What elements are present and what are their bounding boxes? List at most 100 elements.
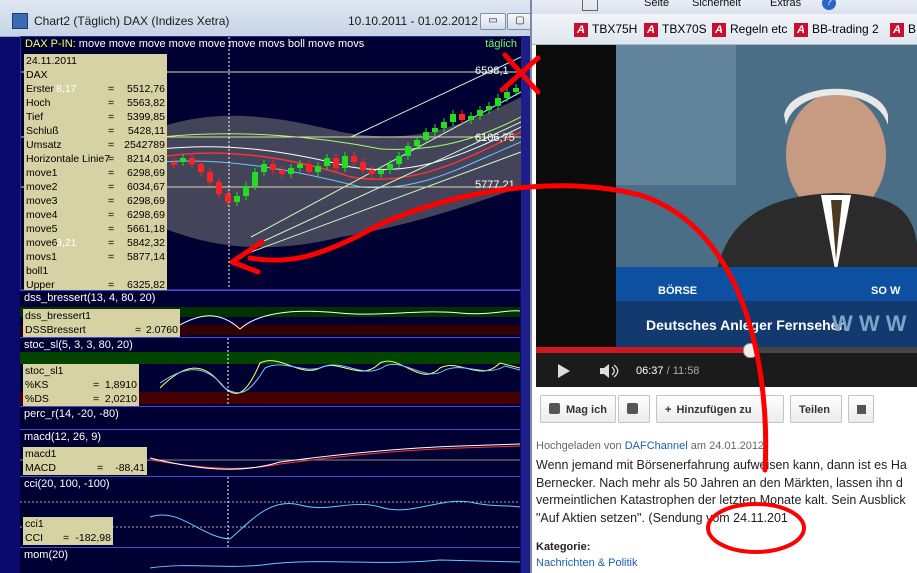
legend-equals: = <box>108 167 115 179</box>
favorite-a-icon: A <box>644 22 658 37</box>
cci-panel[interactable]: cci(20, 100, -100) cci1 CCI = -182,98 <box>20 476 520 547</box>
flag-button[interactable] <box>848 395 874 423</box>
add-to-button[interactable]: + Hinzufügen zu <box>656 395 784 423</box>
dss-panel[interactable]: dss_bressert(13, 4, 80, 20) dss_bressert… <box>20 290 520 337</box>
favorite-tbx75h[interactable]: A TBX75H <box>574 22 637 38</box>
macd-legend-title: macd1 <box>25 448 57 460</box>
favorite-regeln[interactable]: A Regeln etc <box>712 22 787 38</box>
price-legend: 24.11.2011 DAX Erster = 5512,76 Hoch = 5563,82 T… <box>24 54 167 292</box>
price-panel[interactable]: DAX P-IN: move move move move move move … <box>20 36 522 292</box>
candle <box>171 162 177 165</box>
thumbs-up-icon <box>549 403 560 414</box>
legend-value: 5563,82 <box>127 97 165 109</box>
candle <box>396 156 402 164</box>
chart-date-range: 10.10.2011 - 01.02.2012 <box>348 14 478 28</box>
chart-scrollbar[interactable] <box>521 36 530 573</box>
legend-row: move4 = 6298,69 <box>24 208 167 222</box>
video-controls: 06:37 / 11:58 <box>536 343 917 387</box>
dss-legend-value: 2.0760 <box>145 324 178 336</box>
chart-app-icon <box>12 13 28 29</box>
stochastic-upper-zone <box>20 352 520 364</box>
legend-equals: = <box>108 97 115 109</box>
stochastic-legend-title: stoc_sl1 <box>25 365 64 377</box>
favorite-b[interactable]: AB <box>890 22 916 38</box>
candle <box>495 98 501 106</box>
category-label: Kategorie: <box>536 541 591 553</box>
indicator-headline: DAX P-IN: move move move move move move … <box>25 38 364 50</box>
legend-value: 5399,85 <box>127 111 165 123</box>
candle <box>216 182 222 194</box>
menu-extras[interactable]: Extras <box>770 0 801 9</box>
legend-value: 6298,69 <box>127 209 165 221</box>
stochastic-ds-name: %DS <box>25 393 49 405</box>
candle <box>468 116 474 120</box>
momentum-panel[interactable]: mom(20) <box>20 547 520 573</box>
legend-name: DAX <box>26 69 48 81</box>
stochastic-panel[interactable]: stoc_sl(5, 3, 3, 80, 20) stoc_sl1 %KS = 1,… <box>20 337 520 406</box>
candle <box>513 88 519 92</box>
candle <box>333 158 339 168</box>
legend-row: 24.11.2011 <box>24 54 167 68</box>
candle <box>360 162 366 170</box>
video-watermark: W W W <box>832 311 907 336</box>
legend-equals: = <box>108 251 115 263</box>
candle <box>270 164 276 170</box>
favorite-bb-trading[interactable]: A BB-trading 2 <box>794 22 879 38</box>
video-player[interactable]: BÖRSE SO W Deutsches Anleger Fernsehen W… <box>536 45 917 347</box>
stochastic-ds-line <box>159 363 520 394</box>
candle <box>369 170 375 174</box>
legend-name: Schluß <box>26 125 59 137</box>
legend-value: 5512,76 <box>127 83 165 95</box>
minimize-button[interactable]: ▭ <box>480 13 506 30</box>
candle <box>423 132 429 140</box>
channel-link[interactable]: DAFChannel <box>625 440 688 452</box>
candle <box>387 164 393 170</box>
legend-value: 8214,03 <box>127 153 165 165</box>
chart-title: Chart2 (Täglich) DAX (Indizes Xetra) <box>34 14 230 28</box>
candle <box>252 172 258 186</box>
legend-value: 5877,14 <box>127 251 165 263</box>
chart-window: Chart2 (Täglich) DAX (Indizes Xetra) 10.… <box>0 0 530 573</box>
candle <box>297 164 303 168</box>
stochastic-title: stoc_sl(5, 3, 3, 80, 20) <box>24 339 133 351</box>
legend-equals: = <box>108 125 115 137</box>
candle <box>378 170 384 174</box>
action-bar: Mag ich + Hinzufügen zu Teilen <box>532 392 917 430</box>
legend-value: 5842,32 <box>127 237 165 249</box>
candle <box>207 172 213 182</box>
maximize-button[interactable]: ▢ <box>507 13 530 30</box>
legend-name: Tief <box>26 111 44 123</box>
momentum-chart-svg <box>149 559 520 569</box>
play-icon[interactable] <box>558 364 570 378</box>
cci-legend: cci1 CCI = -182,98 <box>23 517 113 545</box>
category-link[interactable]: Nachrichten & Politik <box>536 557 638 569</box>
legend-value: 2542789 <box>124 139 165 151</box>
dss-legend-name: DSSBressert <box>25 324 86 336</box>
chart-titlebar[interactable]: Chart2 (Täglich) DAX (Indizes Xetra) 10.… <box>0 0 530 37</box>
volume-icon[interactable] <box>598 363 620 379</box>
menu-page[interactable]: Seite <box>644 0 669 9</box>
help-icon[interactable]: ? <box>822 0 836 10</box>
print-icon[interactable] <box>582 0 598 11</box>
favorites-bar: A TBX75H A TBX70S A Regeln etc A BB-trading … <box>532 14 917 45</box>
favorite-tbx70s[interactable]: A TBX70S <box>644 22 707 38</box>
legend-row: move5 = 5661,18 <box>24 222 167 236</box>
price-label-2: 6106,75 <box>475 132 515 144</box>
progress-handle[interactable] <box>742 343 758 358</box>
like-button[interactable]: Mag ich <box>540 395 616 423</box>
perc-r-panel[interactable]: perc_r(14, -20, -80) <box>20 406 520 429</box>
macd-legend-value: -88,41 <box>115 462 145 474</box>
candle <box>315 166 321 172</box>
video-description: Wenn jemand mit Börsenerfahrung aufweise… <box>536 457 917 527</box>
cci-legend-name: CCI <box>25 532 44 544</box>
menu-safety[interactable]: Sicherheit <box>692 0 741 9</box>
dss-legend-title: dss_bressert1 <box>25 310 91 322</box>
dislike-button[interactable] <box>618 395 650 423</box>
legend-name: move1 <box>26 167 58 179</box>
macd-panel[interactable]: macd(12, 26, 9) macd1 MACD = -88,41 <box>20 429 520 476</box>
legend-equals: = <box>108 195 115 207</box>
share-button[interactable]: Teilen <box>790 395 842 423</box>
candle <box>225 194 231 202</box>
description-line: Bernecker. Nach mehr als 50 Jahren an de… <box>536 475 903 490</box>
legend-row: boll1 <box>24 264 167 278</box>
